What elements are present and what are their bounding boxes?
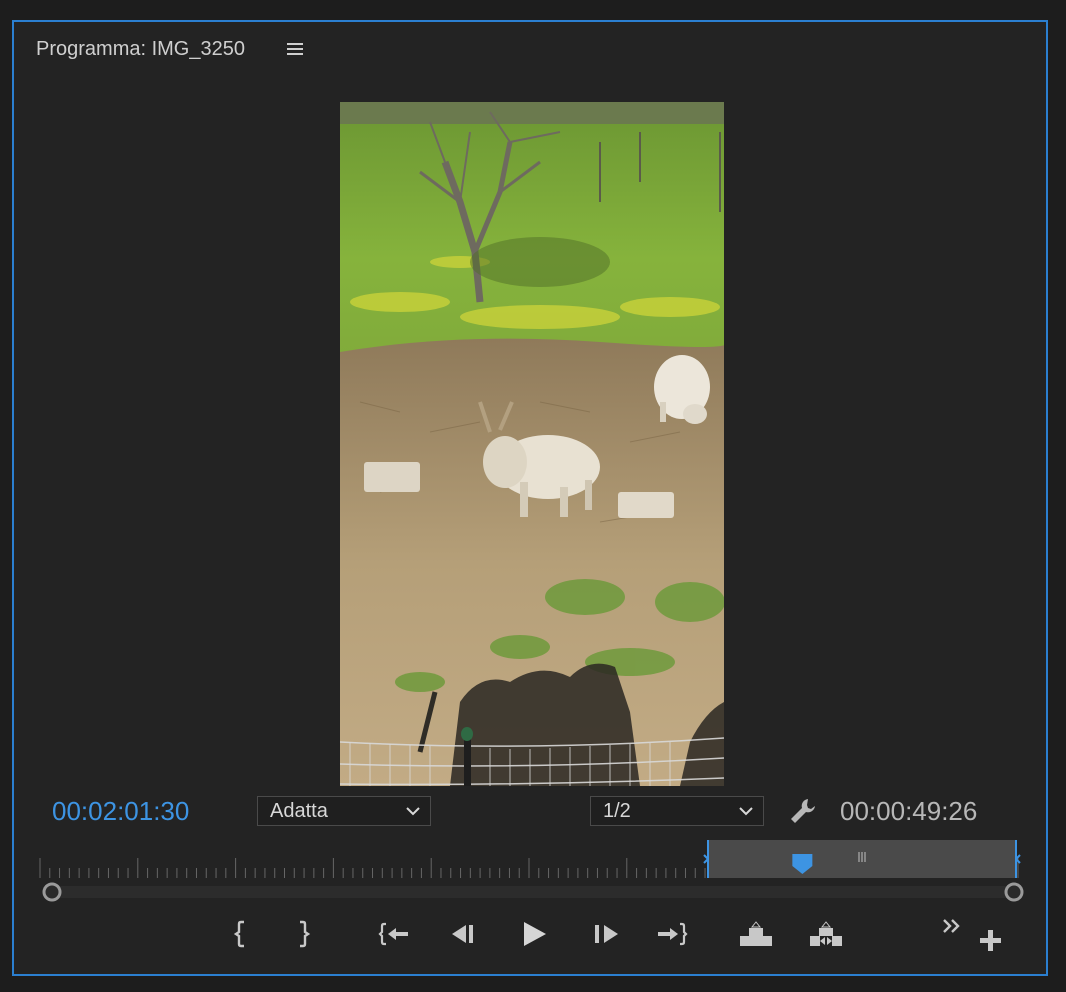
playback-resolution-value: 1/2	[603, 800, 631, 822]
lift-icon[interactable]	[736, 914, 776, 954]
zoom-level-select[interactable]: Adatta	[257, 796, 431, 826]
step-back-icon[interactable]	[444, 914, 484, 954]
mark-out-icon[interactable]	[284, 914, 324, 954]
hamburger-menu-icon[interactable]	[286, 40, 304, 58]
zoom-scroll-bar	[52, 886, 1014, 898]
time-ruler[interactable]	[36, 838, 1036, 902]
add-button-icon[interactable]	[970, 920, 1010, 960]
playback-resolution-select[interactable]: 1/2	[590, 796, 764, 826]
go-to-in-icon[interactable]	[374, 914, 414, 954]
more-controls-icon[interactable]	[932, 906, 972, 946]
video-preview-frame[interactable]	[340, 102, 724, 786]
mark-in-icon[interactable]	[220, 914, 260, 954]
zoom-handle-left	[42, 882, 62, 902]
current-timecode[interactable]: 00:02:01:30	[52, 796, 189, 827]
program-monitor-panel: Programma: IMG_3250 00:02:01:30 Adatta 1…	[12, 20, 1048, 976]
panel-title: Programma: IMG_3250	[36, 38, 245, 60]
duration-timecode: 00:00:49:26	[840, 796, 978, 826]
chevron-down-icon	[739, 807, 753, 816]
zoom-level-value: Adatta	[270, 800, 328, 822]
transport-controls	[14, 914, 1050, 964]
play-icon[interactable]	[514, 914, 554, 954]
wrench-settings-icon[interactable]	[788, 796, 818, 826]
zoom-handle-right	[1004, 882, 1024, 902]
extract-icon[interactable]	[806, 914, 846, 954]
chevron-down-icon	[406, 807, 420, 816]
go-to-out-icon[interactable]	[652, 914, 692, 954]
step-forward-icon[interactable]	[586, 914, 626, 954]
